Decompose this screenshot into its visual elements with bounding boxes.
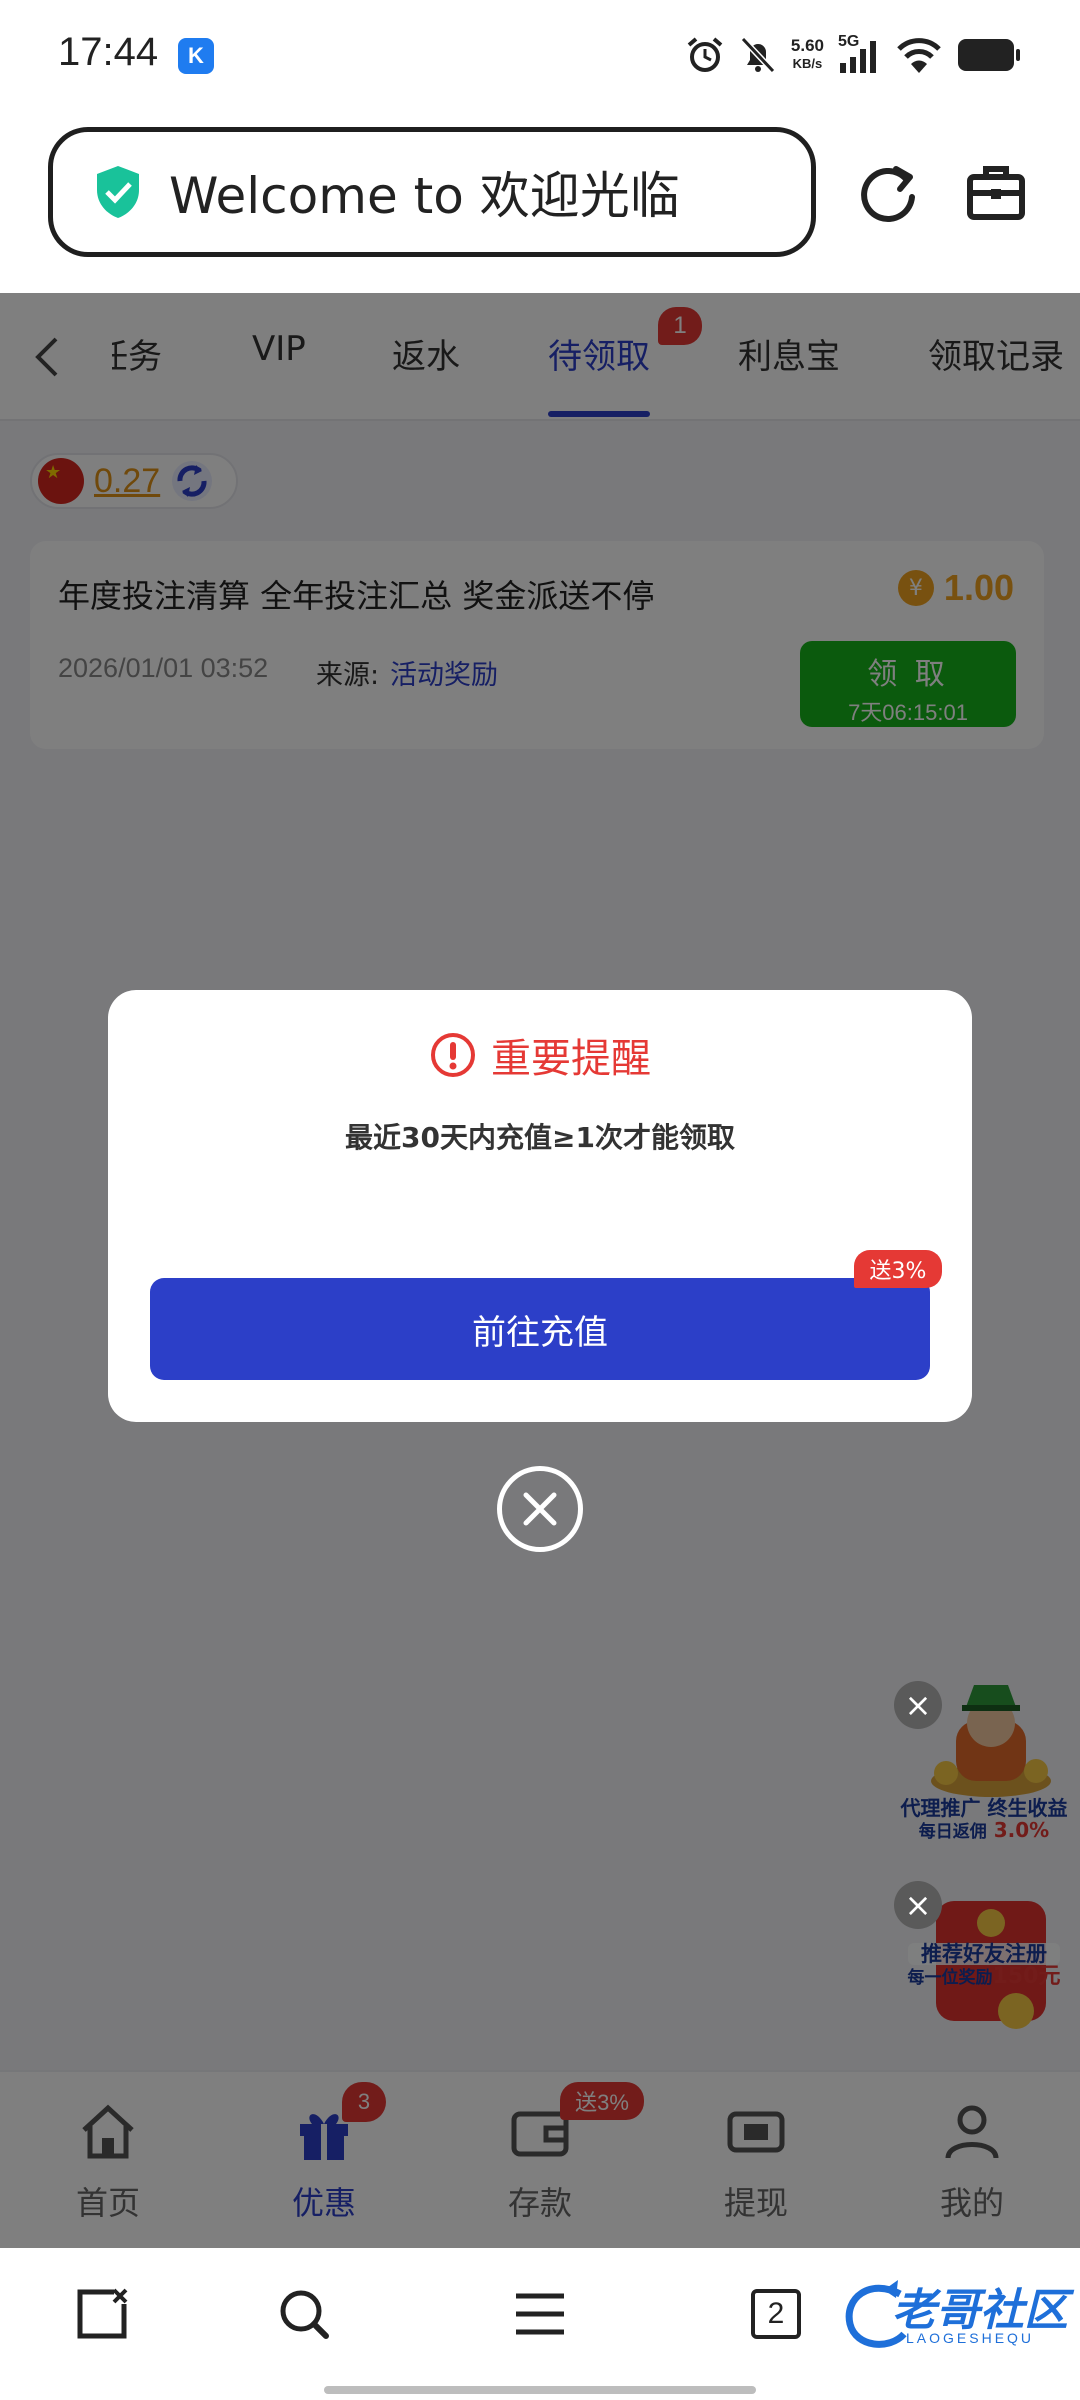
toolbox-button[interactable] [956, 153, 1036, 233]
url-text: Welcome to 欢迎光临 [169, 167, 680, 225]
cell-signal: 5G [838, 33, 882, 75]
menu-icon [516, 2293, 564, 2335]
reload-button[interactable] [848, 153, 928, 233]
dialog-message: 最近30天内充值≥1次才能领取 [345, 1121, 735, 1154]
toolbox-icon [967, 166, 1025, 220]
security-shield-icon [97, 166, 139, 218]
reload-icon [861, 166, 915, 222]
app-notification-icon: K [178, 38, 214, 74]
net-speed: 5.60 KB/s [791, 37, 824, 73]
net-speed-unit: KB/s [792, 56, 823, 71]
search-icon [280, 2290, 329, 2339]
url-field[interactable]: Welcome to 欢迎光临 [48, 127, 816, 257]
status-bar: 17:44 K 5.60 KB/s 5G [0, 0, 1080, 115]
dialog-title-text: 重要提醒 [491, 1036, 651, 1082]
tab-count: 2 [751, 2289, 801, 2339]
watermark-logo: 老哥社区 LAOGESHEQU [840, 2270, 1068, 2360]
browser-toolbar: 2 老哥社区 LAOGESHEQU [0, 2248, 1080, 2400]
battery-icon [958, 39, 1020, 71]
close-dialog-button[interactable] [497, 1466, 583, 1552]
watermark-subtext: LAOGESHEQU [906, 2330, 1035, 2346]
close-page-icon [77, 2288, 128, 2339]
search-button[interactable] [264, 2274, 344, 2354]
tabs-button[interactable]: 2 [736, 2274, 816, 2354]
net-speed-value: 5.60 [790, 36, 824, 55]
home-indicator[interactable] [324, 2386, 756, 2394]
alert-icon [431, 1033, 475, 1077]
alarm-icon [687, 37, 723, 72]
menu-button[interactable] [500, 2274, 580, 2354]
status-time: 17:44 [58, 30, 159, 74]
close-referral-promo-button[interactable]: × [894, 1881, 942, 1929]
important-notice-dialog: 重要提醒 最近30天内充值≥1次才能领取 前往充值 送3% [108, 990, 972, 1422]
close-page-button[interactable] [62, 2274, 142, 2354]
go-recharge-button[interactable]: 前往充值 [150, 1278, 930, 1380]
watermark-text: 老哥社区 [892, 2285, 1068, 2336]
mute-bell-icon [740, 36, 776, 74]
signal-icon [840, 41, 876, 73]
wifi-icon [897, 38, 941, 73]
close-icon [523, 1492, 557, 1526]
dialog-title: 重要提醒 [108, 1026, 972, 1084]
status-icons: 5.60 KB/s 5G [685, 30, 1022, 80]
recharge-bonus-badge: 送3% [854, 1250, 942, 1288]
close-agent-promo-button[interactable]: × [894, 1681, 942, 1729]
browser-address-bar: Welcome to 欢迎光临 [0, 115, 1080, 293]
